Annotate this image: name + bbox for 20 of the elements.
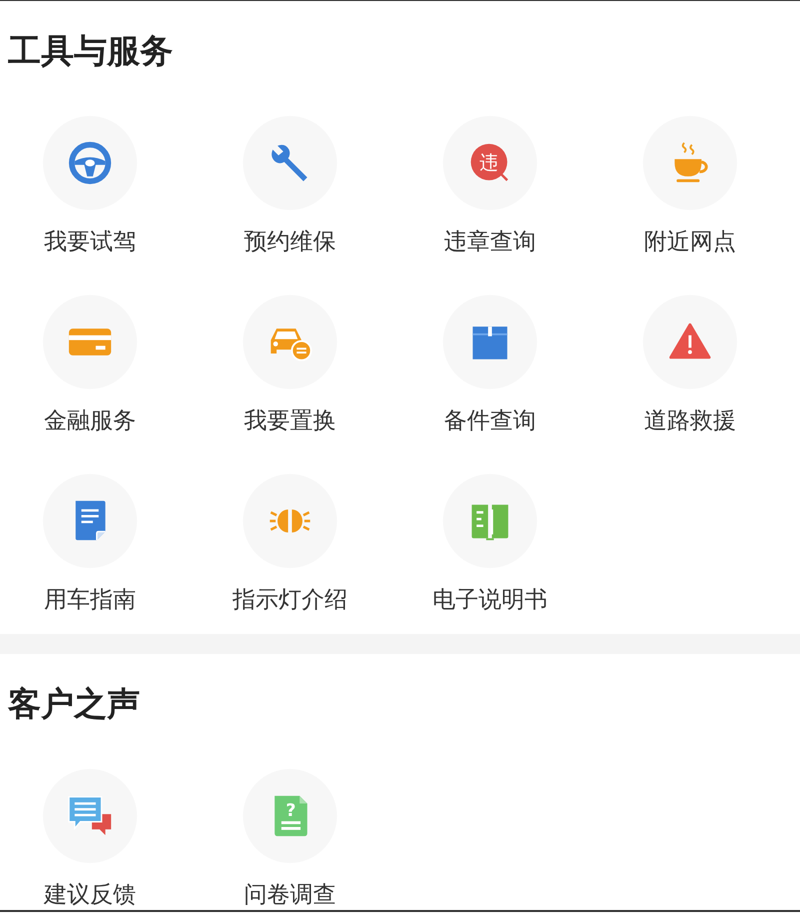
section-title: 工具与服务 — [8, 30, 174, 72]
question-mark: ? — [286, 801, 296, 821]
service-label[interactable]: 金融服务 — [44, 406, 136, 436]
section-title: 客户之声 — [8, 683, 141, 725]
service-label[interactable]: 问卷调查 — [244, 880, 336, 910]
service-label[interactable]: 建议反馈 — [44, 880, 136, 910]
service-label[interactable]: 附近网点 — [644, 227, 736, 257]
service-label[interactable]: 用车指南 — [44, 585, 136, 615]
survey-document-icon — [274, 796, 308, 836]
service-label[interactable]: 道路救援 — [644, 406, 736, 436]
service-label[interactable]: 备件查询 — [444, 406, 536, 436]
steering-wheel-icon — [67, 140, 113, 186]
service-label[interactable]: 我要置换 — [244, 406, 336, 436]
service-label[interactable]: 指示灯介绍 — [232, 585, 348, 615]
service-label[interactable]: 预约维保 — [244, 227, 336, 257]
violation-character: 违 — [480, 150, 499, 174]
service-label[interactable]: 电子说明书 — [432, 585, 548, 615]
service-label[interactable]: 我要试驾 — [44, 227, 136, 257]
violation-search-icon — [470, 144, 508, 182]
service-label[interactable]: 违章查询 — [444, 227, 536, 257]
